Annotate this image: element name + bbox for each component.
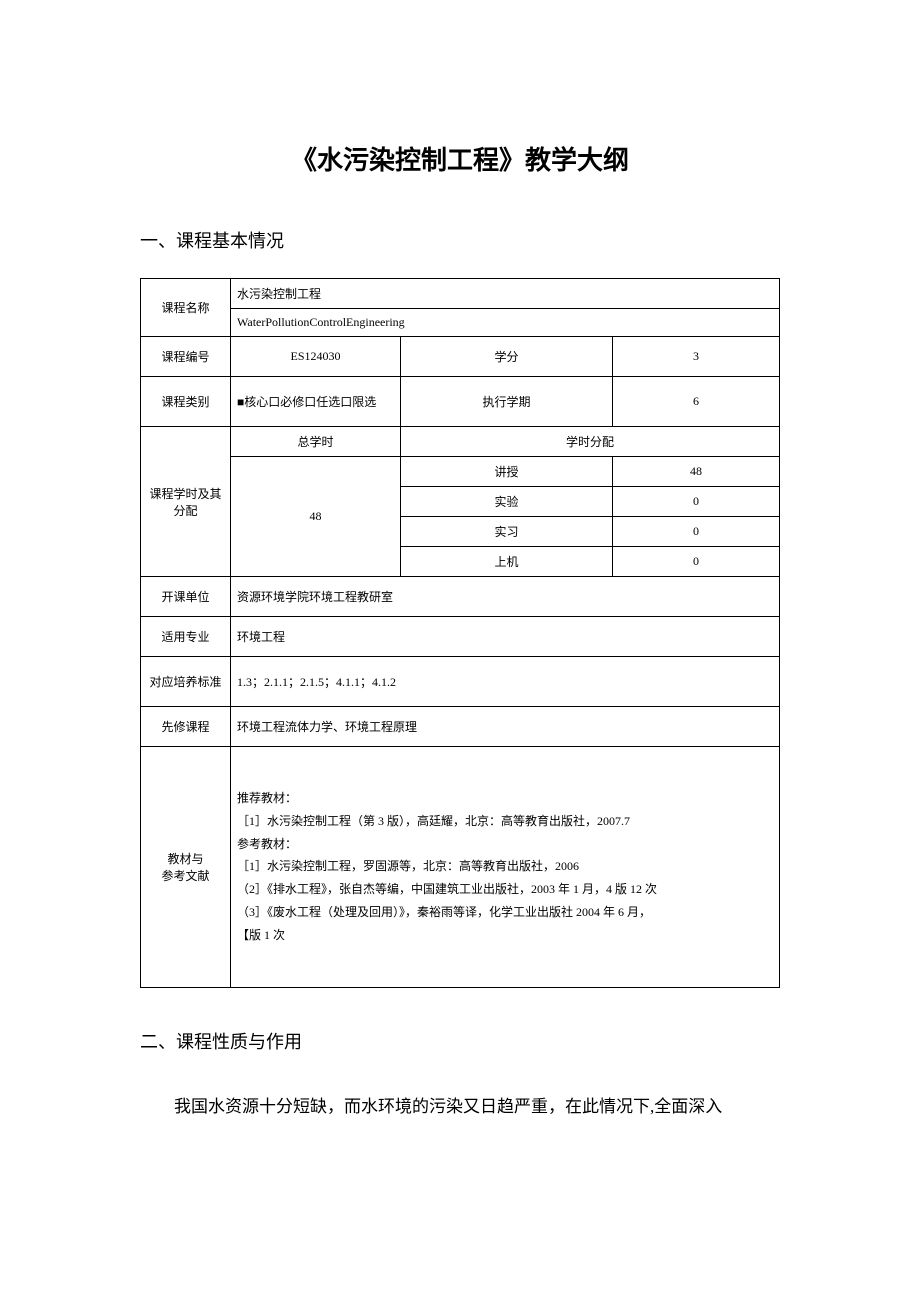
value-references: 推荐教材： ［1］水污染控制工程（第 3 版），高廷耀，北京：高等教育出版社，2… (231, 747, 780, 988)
label-references-line1: 教材与 (167, 852, 203, 866)
label-standard: 对应培养标准 (141, 657, 231, 707)
label-major: 适用专业 (141, 617, 231, 657)
section-2-heading: 二、课程性质与作用 (140, 1028, 780, 1054)
value-course-type: ■核心口必修口任选口限选 (231, 377, 401, 427)
label-credits: 学分 (401, 337, 613, 377)
value-semester: 6 (612, 377, 779, 427)
ref-1: ［1］水污染控制工程（第 3 版），高廷耀，北京：高等教育出版社，2007.7 (237, 810, 775, 833)
label-course-type: 课程类别 (141, 377, 231, 427)
value-credits: 3 (612, 337, 779, 377)
label-lecture: 讲授 (401, 457, 613, 487)
label-hours-alloc: 课程学时及其分配 (141, 427, 231, 577)
value-course-name-cn: 水污染控制工程 (231, 279, 780, 309)
label-prereq: 先修课程 (141, 707, 231, 747)
value-course-code: ES124030 (231, 337, 401, 377)
ref-intro: 推荐教材： (237, 787, 775, 810)
value-computer: 0 (612, 547, 779, 577)
label-references-line2: 参考文献 (161, 869, 209, 883)
value-course-name-en: WaterPollutionControlEngineering (231, 309, 780, 337)
label-dept: 开课单位 (141, 577, 231, 617)
label-hours-dist: 学时分配 (401, 427, 780, 457)
value-lecture: 48 (612, 457, 779, 487)
value-practice: 0 (612, 517, 779, 547)
label-computer: 上机 (401, 547, 613, 577)
value-experiment: 0 (612, 487, 779, 517)
ref-5: 【版 1 次 (237, 924, 775, 947)
body-paragraph-1: 我国水资源十分短缺，而水环境的污染又日趋严重，在此情况下,全面深入 (140, 1089, 780, 1125)
ref-4: （3］《废水工程（处理及回用）》，秦裕雨等译，化学工业出版社 2004 年 6 … (237, 901, 775, 924)
label-practice: 实习 (401, 517, 613, 547)
course-info-table: 课程名称 水污染控制工程 WaterPollutionControlEngine… (140, 278, 780, 988)
ref-3: （2］《排水工程》，张自杰等编，中国建筑工业出版社，2003 年 1 月，4 版… (237, 878, 775, 901)
label-semester: 执行学期 (401, 377, 613, 427)
label-experiment: 实验 (401, 487, 613, 517)
value-major: 环境工程 (231, 617, 780, 657)
value-prereq: 环境工程流体力学、环境工程原理 (231, 707, 780, 747)
section-1-heading: 一、课程基本情况 (140, 227, 780, 253)
ref-intro-2: 参考教材： (237, 833, 775, 856)
value-standard: 1.3；2.1.1；2.1.5；4.1.1；4.1.2 (231, 657, 780, 707)
page-title: 《水污染控制工程》教学大纲 (140, 140, 780, 177)
value-total-hours: 48 (231, 457, 401, 577)
ref-2: ［1］水污染控制工程，罗固源等，北京：高等教育出版社，2006 (237, 855, 775, 878)
label-total-hours: 总学时 (231, 427, 401, 457)
label-course-name: 课程名称 (141, 279, 231, 337)
value-dept: 资源环境学院环境工程教研室 (231, 577, 780, 617)
label-course-code: 课程编号 (141, 337, 231, 377)
label-references: 教材与 参考文献 (141, 747, 231, 988)
